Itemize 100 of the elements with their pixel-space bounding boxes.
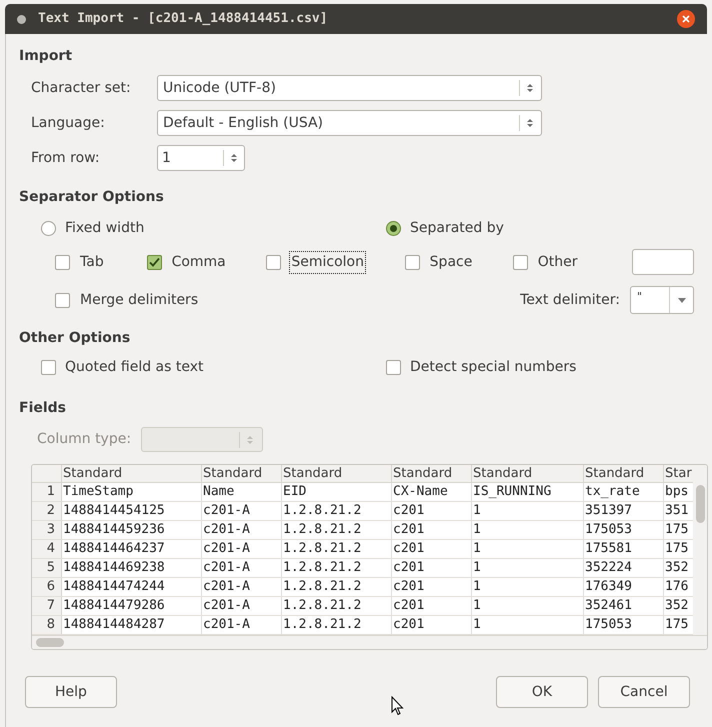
spinner-arrows-icon — [526, 82, 534, 94]
row-number: 1 — [32, 483, 62, 501]
table-cell: EID — [282, 483, 392, 501]
scrollbar-thumb[interactable] — [36, 638, 64, 647]
column-header[interactable]: Standard — [62, 465, 202, 482]
table-cell: TimeStamp — [62, 483, 202, 501]
table-cell: 1.2.8.21.2 — [282, 540, 392, 558]
spin-field[interactable]: 1 — [157, 145, 245, 171]
table-cell: 1.2.8.21.2 — [282, 578, 392, 596]
scrollbar-thumb[interactable] — [696, 485, 704, 523]
checkbox[interactable] — [512, 254, 528, 270]
row-number: 5 — [32, 559, 62, 577]
table-cell: c201-A — [202, 540, 282, 558]
table-cell: c201-A — [202, 502, 282, 520]
table-cell: c201-A — [202, 597, 282, 615]
table-cell: 351397 — [584, 502, 664, 520]
table-cell: 175053 — [584, 616, 664, 634]
table-cell: Name — [202, 483, 282, 501]
table-cell: c201 — [392, 616, 472, 634]
checkmark-icon — [148, 256, 160, 268]
table-cell: 176349 — [584, 578, 664, 596]
field-label: Language: — [31, 114, 106, 132]
table-cell: 1488414459236 — [62, 521, 202, 539]
window-menu-icon[interactable] — [17, 14, 26, 24]
vertical-scrollbar[interactable] — [693, 465, 707, 635]
table-cell: c201 — [392, 521, 472, 539]
checkbox-label: Tab — [79, 252, 105, 272]
checkbox[interactable] — [386, 360, 401, 375]
checkbox-label: Space — [428, 252, 474, 272]
horizontal-scrollbar[interactable] — [32, 635, 707, 649]
checkbox[interactable] — [41, 360, 56, 375]
help-button[interactable]: Help — [25, 676, 117, 708]
ok-button[interactable]: OK — [496, 676, 588, 708]
column-header[interactable]: Standard — [472, 465, 584, 482]
checkbox-label: Comma — [170, 252, 227, 272]
section-heading: Import — [19, 47, 74, 66]
checkbox[interactable] — [55, 254, 70, 270]
column-header[interactable]: Standard — [392, 465, 472, 482]
section-heading: Fields — [19, 399, 68, 418]
table-cell: 1.2.8.21.2 — [282, 502, 392, 520]
cancel-button[interactable]: Cancel — [598, 676, 690, 708]
combo-box[interactable]: " — [630, 286, 694, 314]
radio-button[interactable] — [41, 221, 56, 236]
table-cell: 1488414474244 — [62, 578, 202, 596]
table-cell: 1 — [472, 540, 584, 558]
table-cell: c201 — [392, 502, 472, 520]
mouse-pointer-icon — [391, 696, 404, 716]
dropdown[interactable]: Default - English (USA) — [157, 110, 542, 136]
table-cell: c201 — [392, 578, 472, 596]
row-number: 7 — [32, 597, 62, 615]
spin-value: 1 — [162, 148, 172, 168]
row-number: 8 — [32, 616, 62, 634]
column-header[interactable]: Standard — [584, 465, 664, 482]
table-cell: c201-A — [202, 616, 282, 634]
checkbox[interactable] — [146, 254, 162, 270]
window-title: Text Import - [c201-A_1488414451.csv] — [38, 10, 328, 28]
close-icon — [682, 15, 690, 23]
spinner-arrows-icon — [230, 152, 238, 164]
table-cell: 1 — [472, 578, 584, 596]
dropdown-value: Unicode (UTF-8) — [163, 78, 277, 98]
table-cell: 1.2.8.21.2 — [282, 559, 392, 577]
table-cell: tx_rate — [584, 483, 664, 501]
row-number: 3 — [32, 521, 62, 539]
table-cell: c201-A — [202, 578, 282, 596]
checkbox-label: Quoted field as text — [65, 358, 204, 377]
dropdown[interactable]: Unicode (UTF-8) — [157, 75, 542, 101]
table-cell: 1 — [472, 616, 584, 634]
checkbox[interactable] — [404, 254, 420, 270]
close-button[interactable] — [677, 10, 695, 28]
table-cell: 175053 — [584, 521, 664, 539]
table-cell: 1 — [472, 559, 584, 577]
table-cell: 1488414484287 — [62, 616, 202, 634]
table-cell: 1 — [472, 521, 584, 539]
checkbox-label: Merge delimiters — [80, 290, 198, 310]
table-cell: c201 — [392, 540, 472, 558]
dropdown-arrow-icon — [678, 298, 686, 302]
radio-label: Separated by — [410, 219, 504, 238]
table-cell: 352224 — [584, 559, 664, 577]
field-label: From row: — [31, 148, 101, 168]
table-cell: CX-Name — [392, 483, 472, 501]
table-cell: 1.2.8.21.2 — [282, 521, 392, 539]
table-cell: 352461 — [584, 597, 664, 615]
table-cell: 1488414469238 — [62, 559, 202, 577]
column-header[interactable]: Standard — [202, 465, 282, 482]
row-number: 6 — [32, 578, 62, 596]
checkbox[interactable] — [266, 254, 282, 270]
checkbox-label: Other — [536, 252, 579, 272]
checkbox-label: Detect special numbers — [410, 358, 576, 377]
section-heading: Other Options — [19, 329, 132, 348]
other-separator-field[interactable] — [632, 249, 694, 275]
section-heading: Separator Options — [19, 188, 165, 207]
row-number: 2 — [32, 502, 62, 520]
column-header[interactable]: Standard — [282, 465, 392, 482]
table-cell: c201 — [392, 597, 472, 615]
checkbox[interactable] — [55, 292, 70, 308]
table-cell: 1.2.8.21.2 — [282, 616, 392, 634]
spinner-arrows-icon — [526, 117, 534, 129]
radio-button[interactable] — [386, 221, 401, 236]
table-cell: 1488414479286 — [62, 597, 202, 615]
table-cell: c201-A — [202, 521, 282, 539]
